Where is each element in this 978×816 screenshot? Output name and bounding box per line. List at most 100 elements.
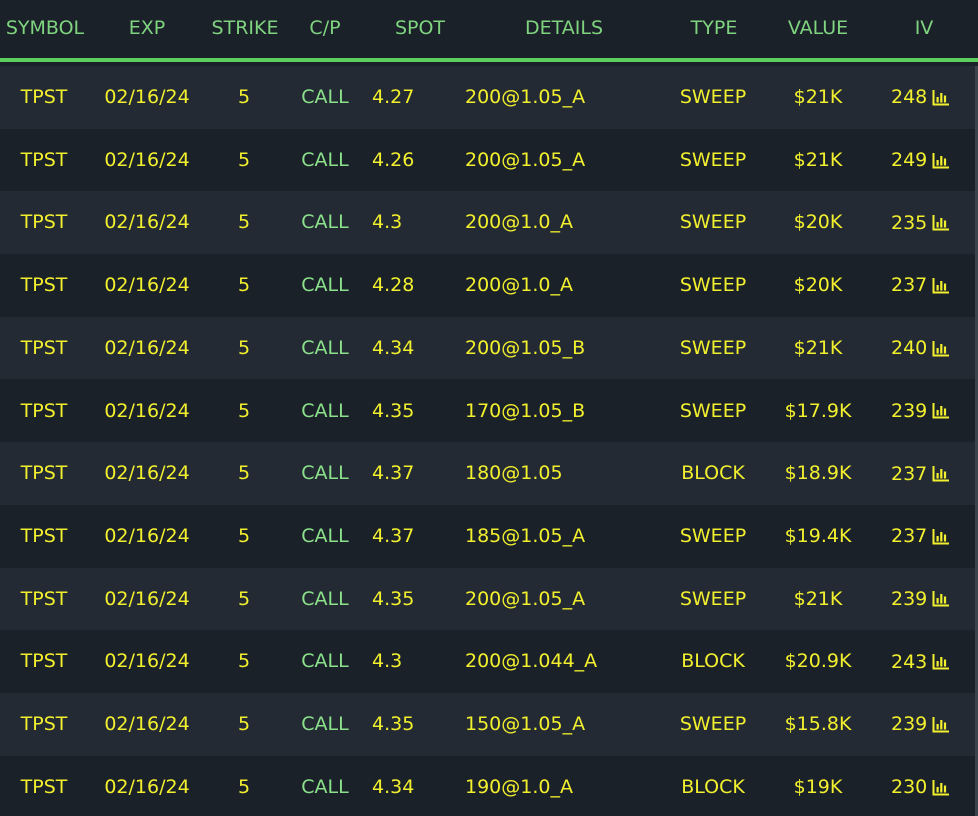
cell-iv-group: 243 <box>891 630 950 693</box>
cell-cp: CALL <box>301 775 349 798</box>
cell-strike: 5 <box>237 775 251 798</box>
table-row[interactable]: TPST 02/16/24 5 CALL 4.35 200@1.05_A SWE… <box>0 567 978 631</box>
cell-strike: 5 <box>237 462 251 485</box>
cell-iv: 249 <box>891 149 928 172</box>
bar-chart-icon[interactable] <box>932 465 950 482</box>
cell-type: BLOCK <box>681 775 745 798</box>
cell-type: SWEEP <box>679 399 747 422</box>
bar-chart-icon[interactable] <box>932 89 950 106</box>
header-symbol[interactable]: SYMBOL <box>6 15 84 41</box>
table-row[interactable]: TPST 02/16/24 5 CALL 4.35 170@1.05_B SWE… <box>0 379 978 443</box>
cell-exp: 02/16/24 <box>104 274 190 297</box>
cell-spot: 4.35 <box>372 587 415 610</box>
table-row[interactable]: TPST 02/16/24 5 CALL 4.28 200@1.0_A SWEE… <box>0 254 978 317</box>
table-row[interactable]: TPST 02/16/24 5 CALL 4.3 200@1.044_A BLO… <box>0 630 978 693</box>
bar-chart-icon[interactable] <box>932 653 950 670</box>
cell-iv: 248 <box>891 86 928 109</box>
cell-type: SWEEP <box>679 524 747 547</box>
cell-symbol: TPST <box>20 336 68 359</box>
cell-exp: 02/16/24 <box>104 587 190 610</box>
cell-iv-group: 248 <box>891 66 950 129</box>
cell-iv: 237 <box>891 462 928 485</box>
cell-iv: 239 <box>891 587 928 610</box>
cell-details: 200@1.05_A <box>465 148 586 171</box>
cell-spot: 4.26 <box>372 148 415 171</box>
cell-iv: 243 <box>891 650 928 673</box>
cell-value: $21K <box>793 336 843 359</box>
table-row[interactable]: TPST 02/16/24 5 CALL 4.26 200@1.05_A SWE… <box>0 128 978 192</box>
cell-symbol: TPST <box>20 462 68 485</box>
cell-value: $17.9K <box>784 399 852 422</box>
cell-type: SWEEP <box>679 274 747 297</box>
header-iv[interactable]: IV <box>915 15 934 41</box>
bar-chart-icon[interactable] <box>932 214 950 231</box>
bar-chart-icon[interactable] <box>932 152 950 169</box>
table-row[interactable]: TPST 02/16/24 5 CALL 4.37 185@1.05_A SWE… <box>0 504 978 568</box>
cell-details: 200@1.0_A <box>465 274 573 297</box>
bar-chart-icon[interactable] <box>932 779 950 796</box>
cell-value: $19K <box>793 775 843 798</box>
bar-chart-icon[interactable] <box>932 528 950 545</box>
cell-iv-group: 235 <box>891 191 950 254</box>
cell-cp: CALL <box>301 86 349 108</box>
cell-symbol: TPST <box>20 650 68 673</box>
cell-value: $20.9K <box>784 650 852 673</box>
cell-strike: 5 <box>237 587 251 610</box>
cell-spot: 4.37 <box>372 524 415 547</box>
cell-iv: 237 <box>891 525 928 548</box>
cell-spot: 4.35 <box>372 713 415 735</box>
cell-details: 180@1.05 <box>465 462 563 485</box>
table-row[interactable]: TPST 02/16/24 5 CALL 4.27 200@1.05_A SWE… <box>0 66 978 129</box>
cell-iv-group: 230 <box>891 756 950 816</box>
cell-iv-group: 237 <box>891 505 950 568</box>
cell-exp: 02/16/24 <box>104 650 190 673</box>
table-row[interactable]: TPST 02/16/24 5 CALL 4.3 200@1.0_A SWEEP… <box>0 191 978 255</box>
table-row[interactable]: TPST 02/16/24 5 CALL 4.37 180@1.05 BLOCK… <box>0 442 978 505</box>
cell-cp: CALL <box>301 524 349 547</box>
cell-strike: 5 <box>237 399 251 422</box>
cell-type: SWEEP <box>679 336 747 359</box>
cell-iv: 239 <box>891 713 928 736</box>
bar-chart-icon[interactable] <box>932 716 950 733</box>
cell-type: SWEEP <box>679 211 747 234</box>
cell-cp: CALL <box>301 148 349 171</box>
header-value[interactable]: VALUE <box>788 15 848 41</box>
cell-strike: 5 <box>237 650 251 673</box>
cell-exp: 02/16/24 <box>104 336 190 359</box>
cell-details: 190@1.0_A <box>465 775 573 798</box>
header-exp[interactable]: EXP <box>129 15 165 41</box>
cell-value: $19.4K <box>784 524 852 547</box>
cell-type: SWEEP <box>679 86 747 108</box>
cell-cp: CALL <box>301 399 349 422</box>
table-row[interactable]: TPST 02/16/24 5 CALL 4.34 190@1.0_A BLOC… <box>0 755 978 816</box>
header-cp[interactable]: C/P <box>309 15 340 41</box>
bar-chart-icon[interactable] <box>932 402 950 419</box>
cell-strike: 5 <box>237 211 251 234</box>
cell-iv: 230 <box>891 776 928 799</box>
header-spot[interactable]: SPOT <box>395 15 445 41</box>
cell-value: $20K <box>793 211 843 234</box>
header-type[interactable]: TYPE <box>691 15 738 41</box>
header-details[interactable]: DETAILS <box>525 15 603 41</box>
cell-symbol: TPST <box>20 587 68 610</box>
cell-iv-group: 239 <box>891 693 950 756</box>
cell-details: 200@1.05_A <box>465 587 586 610</box>
bar-chart-icon[interactable] <box>932 277 950 294</box>
bar-chart-icon[interactable] <box>932 590 950 607</box>
table-row[interactable]: TPST 02/16/24 5 CALL 4.35 150@1.05_A SWE… <box>0 693 978 756</box>
options-flow-table: SYMBOL EXP STRIKE C/P SPOT DETAILS TYPE … <box>0 0 978 816</box>
cell-value: $18.9K <box>784 462 852 485</box>
header-strike[interactable]: STRIKE <box>212 15 279 41</box>
cell-value: $21K <box>793 587 843 610</box>
cell-type: BLOCK <box>681 462 745 485</box>
cell-cp: CALL <box>301 211 349 234</box>
bar-chart-icon[interactable] <box>932 340 950 357</box>
cell-cp: CALL <box>301 274 349 297</box>
table-row[interactable]: TPST 02/16/24 5 CALL 4.34 200@1.05_B SWE… <box>0 316 978 380</box>
cell-iv-group: 240 <box>891 317 950 380</box>
cell-cp: CALL <box>301 650 349 673</box>
cell-cp: CALL <box>301 587 349 610</box>
cell-cp: CALL <box>301 462 349 485</box>
cell-iv: 237 <box>891 274 928 297</box>
cell-spot: 4.34 <box>372 336 415 359</box>
